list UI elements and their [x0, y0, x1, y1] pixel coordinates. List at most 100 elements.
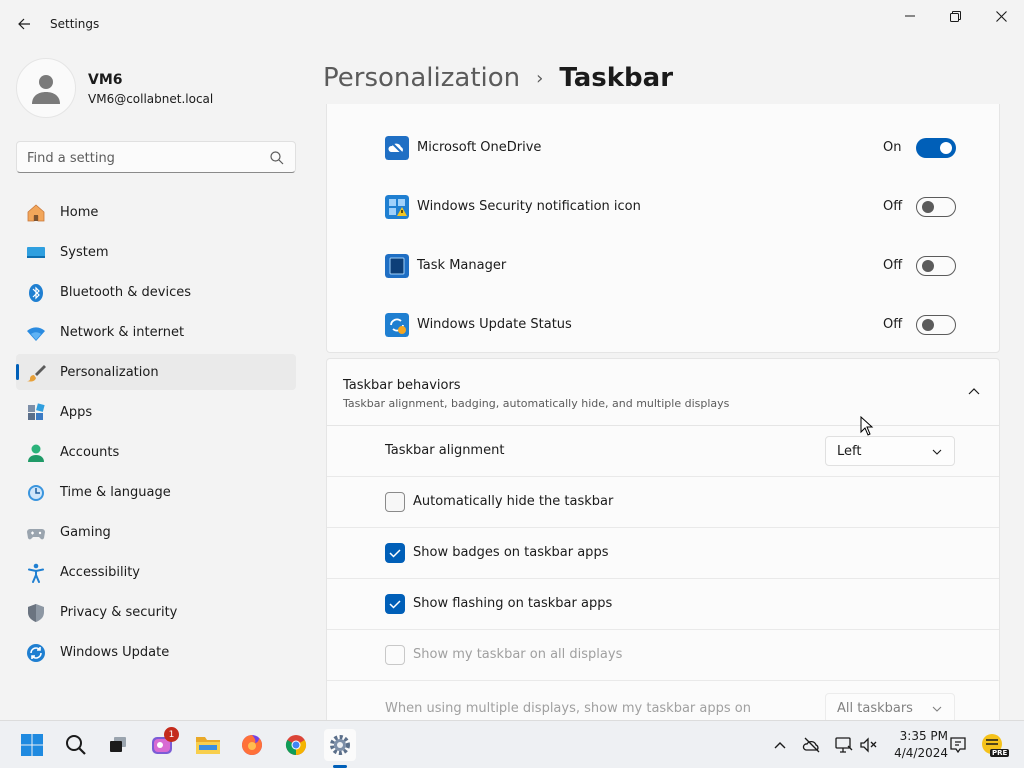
- minimize-button[interactable]: [887, 4, 933, 28]
- task-manager-toggle[interactable]: [916, 256, 956, 276]
- search-input[interactable]: [27, 148, 267, 168]
- sidebar-item-label: Personalization: [60, 365, 159, 380]
- volume-muted-icon[interactable]: [858, 735, 878, 755]
- file-explorer-button[interactable]: [192, 729, 224, 761]
- accessibility-icon: [28, 563, 44, 583]
- taskbar-behaviors-header[interactable]: Taskbar behaviors Taskbar alignment, bad…: [327, 359, 999, 426]
- clock-date[interactable]: 4/4/2024: [892, 746, 948, 760]
- network-icon[interactable]: [834, 735, 854, 755]
- restore-button[interactable]: [932, 4, 978, 28]
- task-manager-icon: [385, 254, 409, 278]
- accounts-icon: [28, 444, 44, 462]
- checkmark-icon: [389, 549, 401, 558]
- dropdown-value: All taskbars: [837, 701, 913, 716]
- toggle-state-text: Off: [883, 258, 903, 273]
- settings-app-button[interactable]: [324, 729, 356, 761]
- search-box[interactable]: [16, 141, 296, 173]
- title-bar: Settings: [0, 0, 1024, 48]
- sidebar-item-network[interactable]: Network & internet: [16, 314, 296, 350]
- avatar[interactable]: [16, 58, 76, 118]
- taskbar: 1 3:35 PM 4/4/2024 PRE: [0, 720, 1024, 768]
- start-button[interactable]: [16, 729, 48, 761]
- task-view-icon: [110, 737, 126, 752]
- tray-row-windows-security: Windows Security notification icon Off: [327, 178, 999, 237]
- badges-label[interactable]: Show badges on taskbar apps: [413, 545, 608, 560]
- close-button[interactable]: [978, 4, 1024, 28]
- search-icon[interactable]: [269, 150, 285, 166]
- toggle-state-text: On: [883, 140, 902, 155]
- multi-display-label: When using multiple displays, show my ta…: [385, 701, 751, 716]
- badges-row: Show badges on taskbar apps: [327, 528, 999, 579]
- breadcrumb-parent[interactable]: Personalization: [323, 63, 520, 93]
- minimize-icon: [905, 15, 915, 17]
- all-displays-checkbox[interactable]: [385, 645, 405, 665]
- close-icon: [995, 10, 1007, 22]
- bluetooth-icon: [29, 284, 43, 302]
- taskbar-alignment-dropdown[interactable]: Left: [825, 436, 955, 466]
- tray-label: Microsoft OneDrive: [417, 140, 542, 155]
- clock-time[interactable]: 3:35 PM: [892, 729, 948, 743]
- sidebar-item-label: System: [60, 245, 109, 260]
- sidebar-item-bluetooth[interactable]: Bluetooth & devices: [16, 274, 296, 310]
- user-avatar-icon: [32, 75, 60, 104]
- sidebar-item-time-language[interactable]: Time & language: [16, 474, 296, 510]
- sidebar-item-personalization[interactable]: Personalization: [16, 354, 296, 390]
- chrome-icon: [285, 735, 307, 756]
- sidebar-item-apps[interactable]: Apps: [16, 394, 296, 430]
- sidebar-item-label: Home: [60, 205, 99, 220]
- flashing-label[interactable]: Show flashing on taskbar apps: [413, 596, 612, 611]
- sidebar-item-accounts[interactable]: Accounts: [16, 434, 296, 470]
- windows-update-status-icon: [385, 313, 409, 337]
- system-icon: [27, 247, 45, 258]
- mouse-cursor-icon: [860, 416, 874, 436]
- copilot-preview-button[interactable]: PRE: [978, 731, 1010, 759]
- sidebar-item-gaming[interactable]: Gaming: [16, 514, 296, 550]
- sidebar-item-label: Gaming: [60, 525, 111, 540]
- auto-hide-checkbox[interactable]: [385, 492, 405, 512]
- windows-security-toggle[interactable]: [916, 197, 956, 217]
- back-button[interactable]: [10, 12, 38, 36]
- task-view-button[interactable]: [102, 729, 134, 761]
- onedrive-tray-icon[interactable]: [802, 735, 822, 755]
- system-tray-icons-card: Microsoft OneDrive On Windows Security n…: [326, 104, 1000, 353]
- toggle-knob: [922, 260, 934, 272]
- breadcrumb: Personalization › Taskbar: [323, 58, 673, 98]
- gamepad-icon: [27, 529, 45, 540]
- content-area[interactable]: Microsoft OneDrive On Windows Security n…: [326, 104, 1000, 720]
- auto-hide-row: Automatically hide the taskbar: [327, 477, 999, 528]
- onedrive-icon: [385, 136, 409, 160]
- chevron-up-icon[interactable]: [770, 735, 790, 755]
- firefox-icon: [242, 735, 262, 755]
- chevron-up-icon[interactable]: [967, 385, 981, 399]
- toggle-knob: [922, 319, 934, 331]
- checkmark-icon: [389, 600, 401, 609]
- auto-hide-label[interactable]: Automatically hide the taskbar: [413, 494, 613, 509]
- sidebar-item-privacy[interactable]: Privacy & security: [16, 594, 296, 630]
- tray-row-windows-update-status: Windows Update Status Off: [327, 296, 999, 355]
- badges-checkbox[interactable]: [385, 543, 405, 563]
- multi-display-dropdown[interactable]: All taskbars: [825, 693, 955, 720]
- firefox-button[interactable]: [236, 729, 268, 761]
- sidebar-item-system[interactable]: System: [16, 234, 296, 270]
- home-icon: [27, 204, 45, 222]
- sidebar-item-accessibility[interactable]: Accessibility: [16, 554, 296, 590]
- sidebar-item-home[interactable]: Home: [16, 194, 296, 230]
- flashing-row: Show flashing on taskbar apps: [327, 579, 999, 630]
- app-title: Settings: [50, 17, 100, 31]
- chevron-down-icon: [932, 706, 942, 712]
- onedrive-toggle[interactable]: [916, 138, 956, 158]
- flashing-checkbox[interactable]: [385, 594, 405, 614]
- folder-icon: [196, 737, 220, 754]
- tray-row-task-manager: Task Manager Off: [327, 237, 999, 296]
- toggle-knob: [922, 201, 934, 213]
- user-name: VM6: [88, 72, 123, 88]
- chevron-down-icon: [932, 449, 942, 455]
- clock-icon: [28, 485, 44, 501]
- sidebar-item-windows-update[interactable]: Windows Update: [16, 634, 296, 670]
- taskbar-search-button[interactable]: [60, 729, 92, 761]
- windows-update-status-toggle[interactable]: [916, 315, 956, 335]
- chrome-button[interactable]: [280, 729, 312, 761]
- apps-icon: [28, 403, 45, 420]
- wifi-icon: [27, 327, 45, 341]
- notification-center-icon[interactable]: [948, 735, 968, 755]
